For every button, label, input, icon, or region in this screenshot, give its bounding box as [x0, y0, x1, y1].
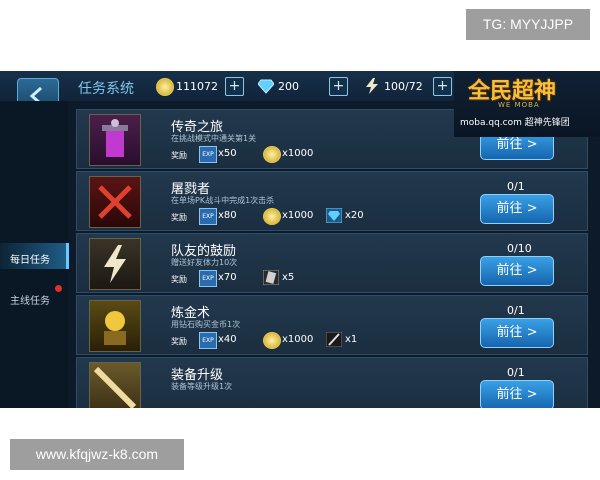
exp-icon: EXP [199, 332, 217, 349]
portal-icon [102, 119, 128, 157]
task-thumbnail [89, 300, 141, 352]
diamond-amount: 200 [278, 80, 299, 93]
diamond-icon [326, 208, 342, 223]
task-progress: 0/1 [507, 180, 525, 193]
task-desc: 装备等级升级1次 [171, 382, 233, 391]
task-desc: 用钻石购买金币1次 [171, 320, 241, 329]
watermark-bottom-left: www.kfqjwz-k8.com [10, 439, 184, 470]
reward-amount: x5 [282, 272, 295, 283]
add-diamond-button[interactable]: + [329, 77, 348, 96]
go-button[interactable]: 前往 > [480, 380, 554, 408]
notification-dot [55, 285, 62, 292]
go-button[interactable]: 前往 > [480, 318, 554, 348]
gold-coin-icon [263, 332, 281, 349]
reward-amount: x1 [345, 334, 358, 345]
reward-label: 奖励 [171, 151, 187, 160]
exp-icon: EXP [199, 208, 217, 225]
add-gold-button[interactable]: + [225, 77, 244, 96]
task-row: 装备升级 装备等级升级1次 0/1 前往 > [76, 357, 588, 408]
gold-coin-icon [156, 78, 174, 96]
watermark-top-right: TG: MYYJJPP [466, 9, 590, 40]
reward-label: 奖励 [171, 337, 187, 346]
add-stamina-button[interactable]: + [433, 77, 452, 96]
diamond-icon [258, 79, 274, 94]
task-row: 炼金术 用钻石购买金币1次 奖励 EXP x40 x1000 x1 0/1 前往… [76, 295, 588, 355]
card-icon [263, 270, 279, 285]
game-screen: 任务系统 111072 + 200 + 100/72 + 每日任务 主线任务 传… [0, 71, 600, 408]
exp-icon: EXP [199, 270, 217, 287]
reward-amount: x1000 [282, 334, 314, 345]
reward-amount: x50 [218, 148, 237, 159]
gold-coin-icon [263, 208, 281, 225]
task-desc: 在挑战模式中通关第1关 [171, 134, 257, 143]
lightning-icon [104, 245, 126, 283]
task-thumbnail [89, 238, 141, 290]
task-row: 屠戮者 在单场PK战斗中完成1次击杀 奖励 EXP x80 x1000 x20 … [76, 171, 588, 231]
task-thumbnail [89, 362, 141, 408]
reward-amount: x20 [345, 210, 364, 221]
logo-subtitle: WE MOBA [498, 101, 540, 109]
logo-url: moba.qq.com 超神先锋团 [460, 118, 570, 128]
task-progress: 0/1 [507, 304, 525, 317]
reward-amount: x40 [218, 334, 237, 345]
task-desc: 赠送好友体力10次 [171, 258, 238, 267]
alchemy-icon [104, 311, 126, 345]
sword-upgrade-icon [93, 366, 137, 408]
task-progress: 0/1 [507, 366, 525, 379]
reward-amount: x70 [218, 272, 237, 283]
crossed-swords-icon [98, 185, 132, 219]
task-thumbnail [89, 176, 141, 228]
reward-label: 奖励 [171, 275, 187, 284]
sword-icon [326, 332, 342, 347]
task-row: 队友的鼓励 赠送好友体力10次 奖励 EXP x70 x5 0/10 前往 > [76, 233, 588, 293]
task-thumbnail [89, 114, 141, 166]
task-desc: 在单场PK战斗中完成1次击杀 [171, 196, 275, 205]
exp-icon: EXP [199, 146, 217, 163]
gold-amount: 111072 [176, 80, 218, 93]
stamina-amount: 100/72 [384, 80, 423, 93]
gold-coin-icon [263, 146, 281, 163]
lightning-icon [366, 78, 378, 94]
game-logo: 全民超神 WE MOBA moba.qq.com 超神先锋团 [454, 71, 600, 137]
page-title: 任务系统 [78, 81, 134, 97]
task-progress: 0/10 [507, 242, 532, 255]
reward-amount: x1000 [282, 210, 314, 221]
sidebar-item-main[interactable]: 主线任务 [10, 292, 50, 307]
sidebar-item-daily[interactable]: 每日任务 [10, 251, 50, 266]
reward-label: 奖励 [171, 213, 187, 222]
go-button[interactable]: 前往 > [480, 194, 554, 224]
reward-amount: x80 [218, 210, 237, 221]
go-button[interactable]: 前往 > [480, 256, 554, 286]
reward-amount: x1000 [282, 148, 314, 159]
task-list: 传奇之旅 在挑战模式中通关第1关 奖励 EXP x50 x1000 前往 > 屠… [76, 109, 600, 408]
